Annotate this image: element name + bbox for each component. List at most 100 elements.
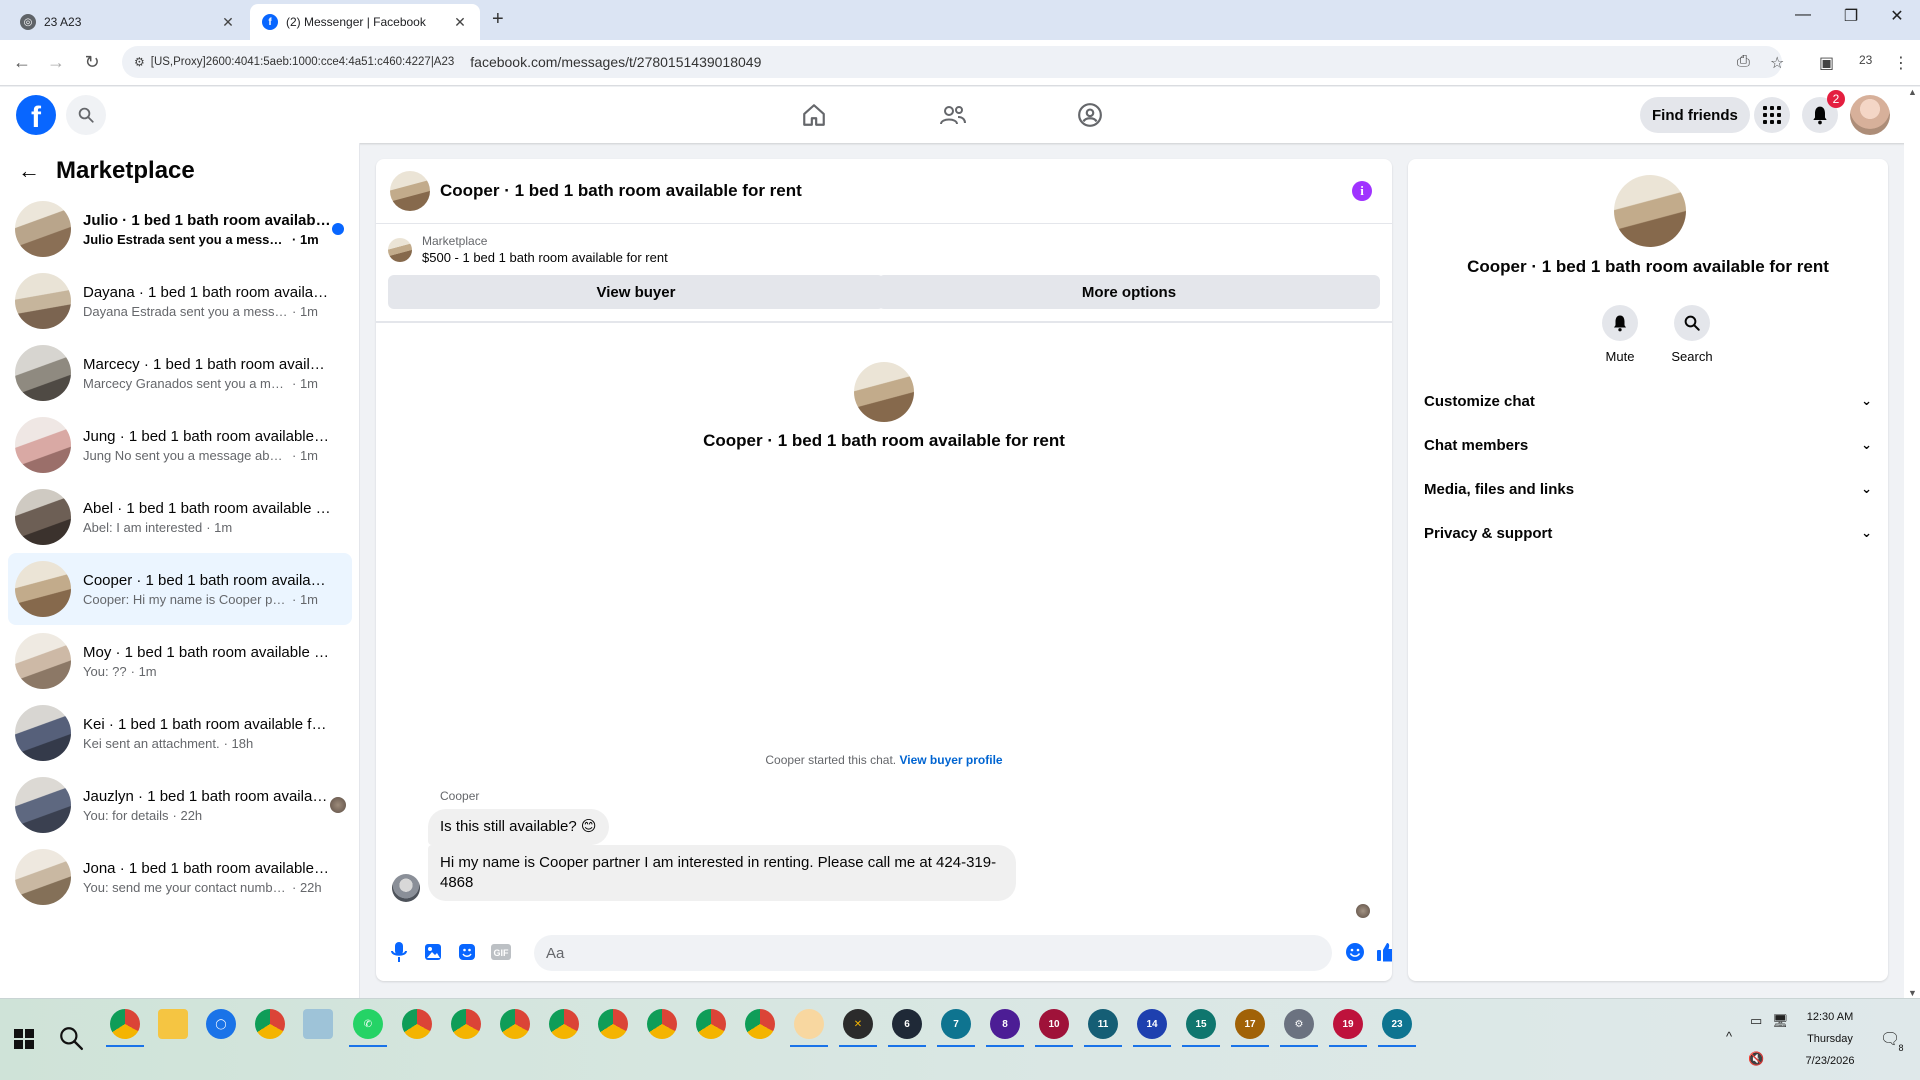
clock-day[interactable]: Thursday <box>1798 1033 1862 1045</box>
minimize-button[interactable]: — <box>1780 6 1826 24</box>
chrome-app-icon[interactable] <box>647 1009 677 1039</box>
home-icon[interactable] <box>798 99 830 131</box>
conversation-item-julio[interactable]: Julio · 1 bed 1 bath room available for … <box>8 193 352 265</box>
groups-icon[interactable] <box>1074 99 1106 131</box>
customize-chat-section[interactable]: Customize chat ⌄ <box>1424 379 1872 423</box>
app-x-icon[interactable]: ✕ <box>839 1009 877 1047</box>
facebook-logo-icon[interactable]: f <box>16 95 56 135</box>
privacy-support-section[interactable]: Privacy & support ⌄ <box>1424 511 1872 555</box>
find-friends-button[interactable]: Find friends <box>1640 97 1750 133</box>
photo-icon[interactable] <box>422 941 444 963</box>
numbered-app-icon[interactable]: 7 <box>937 1009 975 1047</box>
conversation-item-cooper[interactable]: Cooper · 1 bed 1 bath room available for… <box>8 553 352 625</box>
new-tab-button[interactable]: + <box>492 8 504 31</box>
chat-members-section[interactable]: Chat members ⌄ <box>1424 423 1872 467</box>
whatsapp-icon[interactable]: ✆ <box>349 1009 387 1047</box>
omnibox[interactable]: ⚙ [US,Proxy]2600:4041:5aeb:1000:cce4:4a5… <box>122 46 1782 78</box>
clock-time[interactable]: 12:30 AM <box>1798 1011 1862 1023</box>
chrome-app-icon[interactable] <box>451 1009 481 1039</box>
numbered-app-icon[interactable]: 8 <box>986 1009 1024 1047</box>
numbered-app-icon[interactable]: 23 <box>1378 1009 1416 1047</box>
windows-start-icon[interactable] <box>14 1029 34 1049</box>
info-icon[interactable]: i <box>1352 181 1372 201</box>
reload-icon[interactable]: ↻ <box>80 52 104 73</box>
site-settings-icon[interactable]: ⚙ <box>134 55 145 69</box>
tray-overflow-icon[interactable]: ^ <box>1726 1029 1732 1044</box>
conversation-item-jauzlyn[interactable]: Jauzlyn · 1 bed 1 bath room available fo… <box>8 769 352 841</box>
thumbs-up-icon[interactable] <box>1376 941 1392 963</box>
app-o-icon[interactable]: ◯ <box>206 1009 236 1039</box>
gif-icon[interactable]: GIF <box>490 941 512 963</box>
view-buyer-profile-link[interactable]: View buyer profile <box>899 753 1002 767</box>
chrome-app-icon[interactable] <box>696 1009 726 1039</box>
side-panel-icon[interactable]: ▣ <box>1819 53 1834 73</box>
numbered-app-icon[interactable]: 17 <box>1231 1009 1269 1047</box>
account-avatar[interactable] <box>1850 95 1890 135</box>
back-icon[interactable]: ← <box>10 52 34 73</box>
page-scrollbar[interactable]: ▲ ▼ <box>1904 87 1920 998</box>
conversation-item-marcecy[interactable]: Marcecy · 1 bed 1 bath room available fo… <box>8 337 352 409</box>
chrome-app-icon[interactable] <box>500 1009 530 1039</box>
more-options-button[interactable]: More options <box>878 275 1380 309</box>
network-icon[interactable]: 🖥 <box>1772 1013 1789 1029</box>
back-arrow-icon[interactable]: ← <box>18 158 40 184</box>
app-tool-icon[interactable] <box>790 1009 828 1047</box>
mute-button[interactable]: Mute <box>1590 305 1650 364</box>
emoji-icon[interactable] <box>1344 941 1366 963</box>
chrome-app-icon[interactable] <box>549 1009 579 1039</box>
conversation-item-jung[interactable]: Jung · 1 bed 1 bath room available for r… <box>8 409 352 481</box>
clock-date[interactable]: 7/23/2026 <box>1798 1055 1862 1067</box>
numbered-app-icon[interactable]: 15 <box>1182 1009 1220 1047</box>
chrome-app-icon[interactable] <box>402 1009 432 1039</box>
sender-avatar[interactable] <box>392 874 420 902</box>
close-window-button[interactable]: ✕ <box>1874 6 1920 26</box>
file-explorer-icon[interactable] <box>158 1009 188 1039</box>
numbered-app-icon[interactable]: 10 <box>1035 1009 1073 1047</box>
numbered-app-icon[interactable]: 11 <box>1084 1009 1122 1047</box>
scroll-down-icon[interactable]: ▼ <box>1908 988 1917 998</box>
listing-summary[interactable]: Marketplace $500 - 1 bed 1 bath room ava… <box>388 234 668 265</box>
tab-close-icon[interactable]: ✕ <box>220 14 236 31</box>
sticker-icon[interactable] <box>456 941 478 963</box>
chat-title[interactable]: Cooper · 1 bed 1 bath room available for… <box>440 181 802 201</box>
friends-icon[interactable] <box>937 99 969 131</box>
bookmark-star-icon[interactable]: ☆ <box>1770 53 1784 73</box>
meet-now-icon[interactable]: ▭ <box>1750 1013 1762 1029</box>
conversation-item-moy[interactable]: Moy · 1 bed 1 bath room available for re… <box>8 625 352 697</box>
browser-tab-active[interactable]: f (2) Messenger | Facebook ✕ <box>250 4 480 40</box>
browser-tab-inactive[interactable]: ◎ 23 A23 ✕ <box>8 4 248 40</box>
message-bubble[interactable]: Hi my name is Cooper partner I am intere… <box>428 845 1016 901</box>
taskbar-search-icon[interactable] <box>58 1025 86 1053</box>
media-files-links-section[interactable]: Media, files and links ⌄ <box>1424 467 1872 511</box>
chrome-app-icon[interactable] <box>598 1009 628 1039</box>
profile-count[interactable]: 23 <box>1859 53 1872 67</box>
speaker-muted-icon[interactable]: 🔇 <box>1748 1051 1764 1067</box>
url-text[interactable]: facebook.com/messages/t/27801514390180​4… <box>470 54 761 70</box>
numbered-app-icon[interactable]: 19 <box>1329 1009 1367 1047</box>
chrome-app-icon[interactable] <box>255 1009 285 1039</box>
restore-button[interactable]: ❐ <box>1828 6 1874 26</box>
conversation-item-jona[interactable]: Jona · 1 bed 1 bath room available for r… <box>8 841 352 913</box>
conversation-item-dayana[interactable]: Dayana · 1 bed 1 bath room available for… <box>8 265 352 337</box>
conversation-item-kei[interactable]: Kei · 1 bed 1 bath room available for re… <box>8 697 352 769</box>
search-conversation-button[interactable]: Search <box>1662 305 1722 364</box>
view-buyer-button[interactable]: View buyer <box>388 275 884 309</box>
browser-menu-icon[interactable]: ⋮ <box>1893 53 1909 73</box>
chat-avatar[interactable] <box>390 171 430 211</box>
conversation-item-abel[interactable]: Abel · 1 bed 1 bath room available for r… <box>8 481 352 553</box>
search-icon[interactable] <box>66 95 106 135</box>
install-app-icon[interactable]: ⎙ <box>1737 53 1750 71</box>
settings-gear-icon[interactable]: ⚙ <box>1280 1009 1318 1047</box>
message-bubble[interactable]: Is this still available? 😊 <box>428 809 609 845</box>
tab-close-icon[interactable]: ✕ <box>452 14 468 31</box>
chrome-app-icon[interactable] <box>745 1009 775 1039</box>
scroll-up-icon[interactable]: ▲ <box>1908 87 1917 97</box>
menu-grid-icon[interactable] <box>1754 97 1790 133</box>
info-avatar[interactable] <box>1614 175 1686 247</box>
app-folder-icon[interactable] <box>303 1009 333 1039</box>
forward-icon[interactable]: → <box>44 52 68 73</box>
numbered-app-icon[interactable]: 14 <box>1133 1009 1171 1047</box>
message-input[interactable] <box>534 935 1332 971</box>
chrome-app-icon[interactable] <box>106 1009 144 1047</box>
numbered-app-icon[interactable]: 6 <box>888 1009 926 1047</box>
